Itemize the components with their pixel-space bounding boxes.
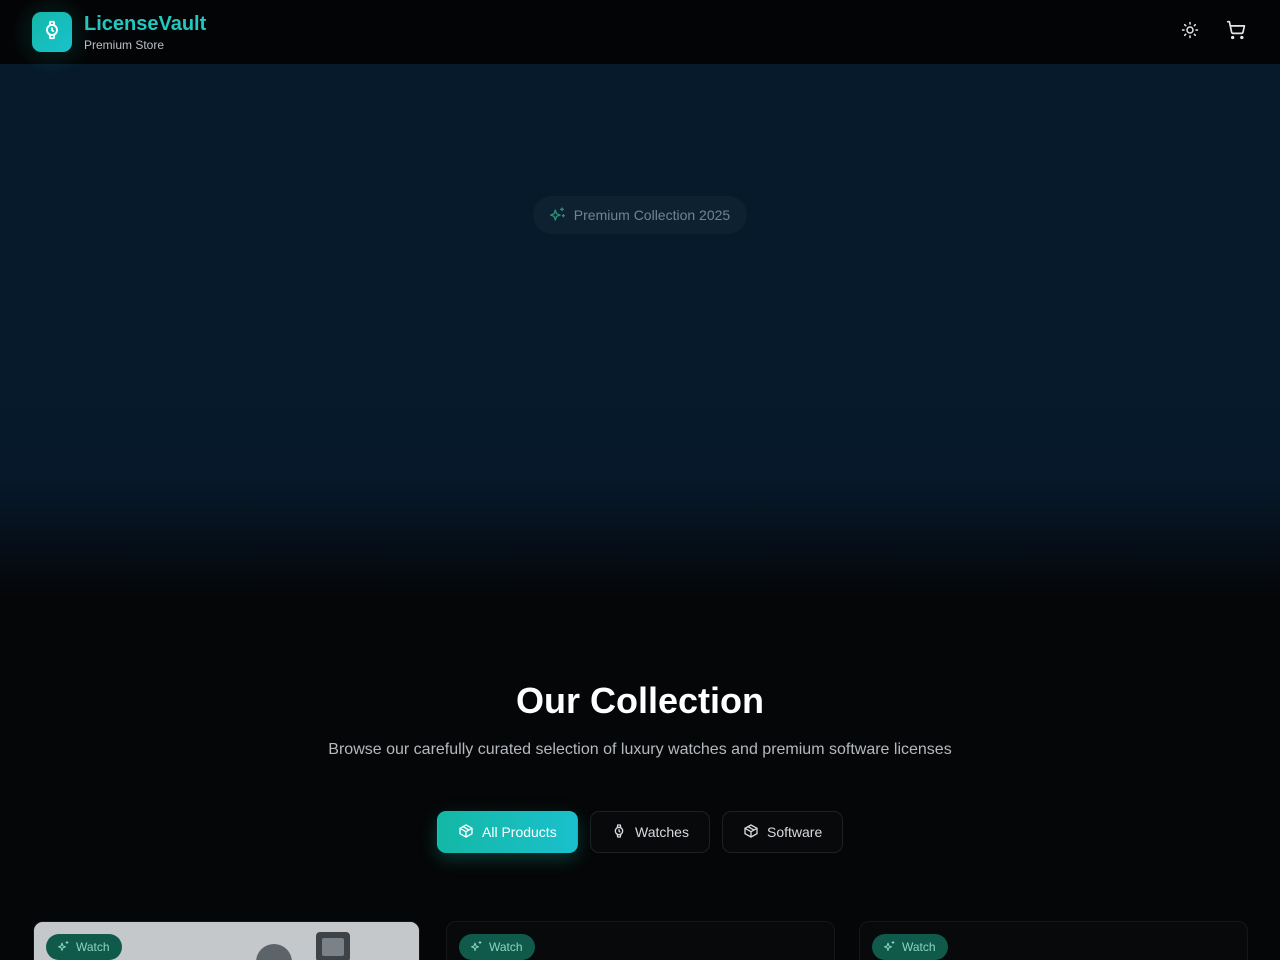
filter-software-button[interactable]: Software bbox=[722, 811, 843, 853]
cart-button[interactable] bbox=[1224, 20, 1248, 44]
badge-label: Watch bbox=[489, 940, 523, 954]
package-icon bbox=[458, 823, 474, 842]
brand[interactable]: LicenseVault Premium Store bbox=[14, 0, 207, 76]
brand-name: LicenseVault bbox=[84, 12, 207, 35]
product-card[interactable]: Watch bbox=[859, 921, 1248, 960]
sparkles-icon bbox=[58, 940, 70, 955]
brand-tagline: Premium Store bbox=[84, 37, 165, 52]
category-filters: All Products Watches Software bbox=[0, 811, 1280, 853]
badge-label: Watch bbox=[902, 940, 936, 954]
filter-label: Watches bbox=[635, 824, 689, 840]
product-card[interactable]: Watch bbox=[446, 921, 835, 960]
sparkles-icon bbox=[884, 940, 896, 955]
filter-watches-button[interactable]: Watches bbox=[590, 811, 710, 853]
filter-label: All Products bbox=[482, 824, 557, 840]
package-icon bbox=[743, 823, 759, 842]
collection-title: Our Collection bbox=[515, 680, 764, 721]
cart-icon bbox=[1226, 20, 1246, 45]
header-actions bbox=[1178, 20, 1248, 44]
filter-all-products-button[interactable]: All Products bbox=[437, 811, 578, 853]
logo bbox=[32, 12, 72, 52]
hero-section: Premium Collection 2025 bbox=[0, 64, 1280, 600]
product-category-badge: Watch bbox=[872, 934, 948, 960]
product-category-badge: Watch bbox=[459, 934, 535, 960]
filter-label: Software bbox=[767, 824, 823, 840]
theme-toggle-button[interactable] bbox=[1178, 20, 1202, 44]
watch-icon bbox=[611, 823, 627, 842]
site-header: LicenseVault Premium Store bbox=[0, 0, 1280, 76]
badge-label: Watch bbox=[76, 940, 110, 954]
product-card[interactable]: Watch bbox=[33, 921, 420, 960]
product-category-badge: Watch bbox=[46, 934, 122, 960]
sparkles-icon bbox=[471, 940, 483, 955]
sun-icon bbox=[1181, 21, 1199, 44]
hero-badge-label: Premium Collection 2025 bbox=[573, 207, 731, 223]
sparkles-icon bbox=[549, 206, 566, 225]
collection-subtitle: Browse our carefully curated selection o… bbox=[328, 741, 952, 758]
hero-badge: Premium Collection 2025 bbox=[533, 196, 747, 234]
watch-icon bbox=[41, 19, 63, 46]
